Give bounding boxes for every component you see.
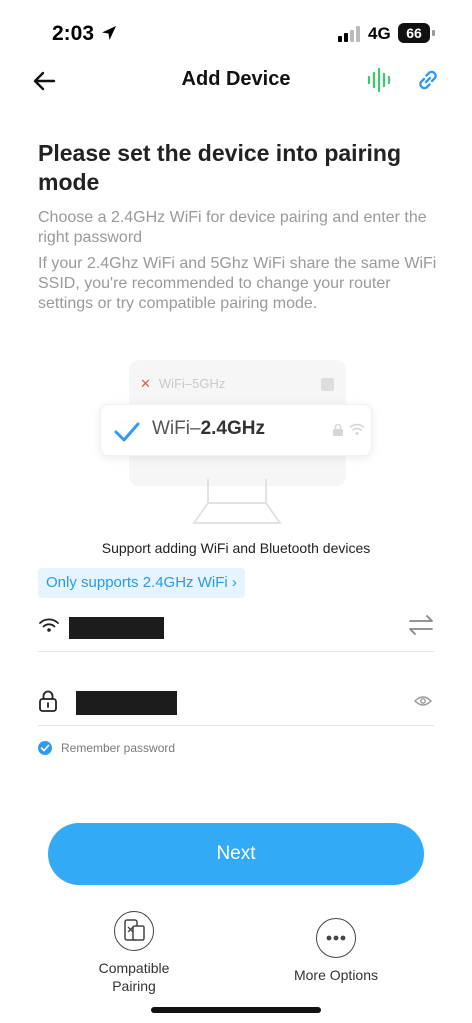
illustration-square xyxy=(321,378,334,391)
lock-icon xyxy=(332,423,344,441)
lock-icon xyxy=(38,690,58,717)
wifi-icon xyxy=(349,422,365,441)
sound-wave-icon[interactable] xyxy=(365,66,393,99)
check-icon xyxy=(113,421,141,448)
pairing-heading: Please set the device into pairing mode xyxy=(38,140,402,195)
more-options-label: More Options xyxy=(293,967,379,983)
battery-tip xyxy=(432,30,435,36)
more-options-icon xyxy=(316,918,356,958)
support-text: Support adding WiFi and Bluetooth device… xyxy=(101,540,371,556)
wifi-ssid-value-redacted xyxy=(69,617,164,639)
compatible-label-line1: Compatible xyxy=(98,960,170,976)
illustration-24ghz-label: WiFi–2.4GHz xyxy=(152,418,265,439)
next-button[interactable]: Next xyxy=(48,823,424,885)
illustration-5ghz-label: WiFi–5GHz xyxy=(158,376,226,391)
location-arrow-icon xyxy=(100,24,118,47)
wifi-ssid-field[interactable] xyxy=(38,600,434,652)
wifi-support-badge[interactable]: Only supports 2.4GHz WiFi › xyxy=(38,568,245,598)
status-bar: 2:03 4G 66 xyxy=(0,0,472,70)
battery-indicator: 66 xyxy=(398,23,430,43)
wifi-icon xyxy=(38,616,60,639)
close-x-icon: ✕ xyxy=(140,376,151,391)
wifi-password-value-redacted xyxy=(76,691,177,715)
swap-arrows-icon[interactable] xyxy=(408,614,434,641)
checkbox-checked-icon[interactable] xyxy=(38,741,52,755)
compatible-pairing-icon xyxy=(114,911,154,951)
page-title-bar: Add Device xyxy=(181,68,291,90)
illustration-24ghz-card: WiFi–2.4GHz xyxy=(100,404,372,456)
monitor-stand xyxy=(192,479,282,524)
wifi-password-field[interactable] xyxy=(38,674,434,726)
remember-password-label: Remember password xyxy=(61,741,176,755)
compatible-pairing-option[interactable]: Compatible Pairing xyxy=(84,911,184,995)
eye-icon[interactable] xyxy=(414,694,432,712)
description-wifi-choice: Choose a 2.4GHz WiFi for device pairing … xyxy=(38,209,427,246)
more-options[interactable]: More Options xyxy=(276,918,396,984)
status-time: 2:03 xyxy=(52,22,95,45)
cellular-signal-icon xyxy=(338,26,364,47)
compatible-label-line2: Pairing xyxy=(112,978,156,994)
illustration-5ghz-row: ✕ WiFi–5GHz xyxy=(140,376,225,392)
wifi-illustration: ✕ WiFi–5GHz WiFi–2.4GHz xyxy=(96,356,376,531)
network-type: 4G xyxy=(368,24,391,43)
home-indicator[interactable] xyxy=(151,1007,321,1013)
link-icon[interactable] xyxy=(414,66,442,99)
description-ssid-note: If your 2.4Ghz WiFi and 5Ghz WiFi share … xyxy=(38,255,437,312)
